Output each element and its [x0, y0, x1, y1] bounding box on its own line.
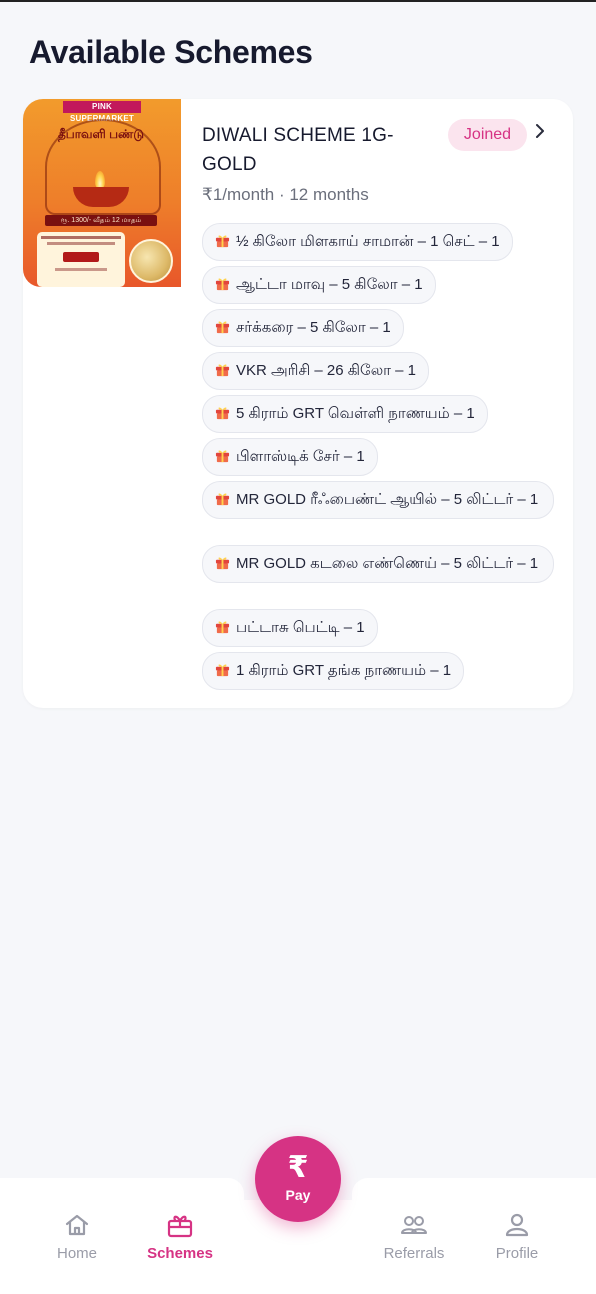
scheme-billing: ₹1/month · 12 months: [202, 185, 369, 204]
gift-icon: [215, 557, 230, 570]
gift-chip: MR GOLD கடலை எண்ணெய் – 5 லிட்டர் – 1: [202, 545, 554, 583]
gift-icon: [215, 664, 230, 677]
nav-schemes[interactable]: Schemes: [135, 1212, 225, 1262]
poster-headline: தீபாவளி பண்டு: [57, 127, 144, 141]
scheme-title: DIWALI SCHEME 1G-GOLD: [202, 125, 394, 175]
poster-price-line: ரூ. 1300/- வீதம் 12 மாதம்: [45, 215, 157, 226]
gold-coin-icon: [129, 239, 173, 283]
gift-icon: [215, 235, 230, 248]
nav-home[interactable]: Home: [32, 1212, 122, 1262]
status-badge: Joined: [448, 119, 527, 151]
gift-label: ஆட்டா மாவு – 5 கிலோ – 1: [236, 276, 423, 293]
rupee-icon: ₹: [287, 1151, 309, 1184]
home-icon: [65, 1214, 89, 1236]
gift-chip: ½ கிலோ மிளகாய் சாமான் – 1 செட் – 1: [202, 223, 513, 261]
nav-referrals[interactable]: Referrals: [369, 1212, 459, 1262]
nav-referrals-label: Referrals: [383, 1245, 445, 1262]
gift-label: ½ கிலோ மிளகாய் சாமான் – 1 செட் – 1: [236, 233, 500, 250]
user-icon: [505, 1213, 529, 1237]
scheme-card[interactable]: PINK SUPERMARKET தீபாவளி பண்டு ரூ. 1300/…: [23, 99, 573, 708]
gift-icon: [215, 364, 230, 377]
gift-chip: 1 கிராம் GRT தங்க நாணயம் – 1: [202, 652, 465, 690]
users-icon: [401, 1216, 427, 1234]
gift-icon: [215, 621, 230, 634]
gift-label: 5 கிராம் GRT வெள்ளி நாணயம் – 1: [236, 405, 475, 422]
nav-profile-label: Profile: [495, 1245, 539, 1262]
gift-label: MR GOLD கடலை எண்ணெய் – 5 லிட்டர் – 1: [236, 555, 539, 572]
gift-chip: MR GOLD ரீஃபைண்ட் ஆயில் – 5 லிட்டர் – 1: [202, 481, 554, 519]
gift-chip: பட்டாசு பெட்டி – 1: [202, 609, 378, 647]
gift-label: பிளாஸ்டிக் சேர் – 1: [236, 448, 365, 465]
nav-schemes-label: Schemes: [147, 1245, 213, 1262]
poster-info-panel: [37, 232, 125, 287]
pay-label: Pay: [285, 1187, 311, 1203]
gift-label: MR GOLD ரீஃபைண்ட் ஆயில் – 5 லிட்டர் – 1: [236, 491, 539, 508]
gift-label: சர்க்கரை – 5 கிலோ – 1: [236, 319, 391, 336]
gift-chip: 5 கிராம் GRT வெள்ளி நாணயம் – 1: [202, 395, 488, 433]
gift-chip: VKR அரிசி – 26 கிலோ – 1: [202, 352, 429, 390]
gift-icon: [215, 321, 230, 334]
nav-profile[interactable]: Profile: [472, 1212, 562, 1262]
gift-chip: சர்க்கரை – 5 கிலோ – 1: [202, 309, 404, 347]
gift-label: 1 கிராம் GRT தங்க நாணயம் – 1: [236, 662, 452, 679]
gift-icon: [215, 407, 230, 420]
poster-brand: PINK SUPERMARKET: [63, 101, 141, 123]
gift-chip: பிளாஸ்டிக் சேர் – 1: [202, 438, 378, 476]
gift-chip: ஆட்டா மாவு – 5 கிலோ – 1: [202, 266, 436, 304]
gift-label: பட்டாசு பெட்டி – 1: [236, 619, 365, 636]
gift-icon: [215, 493, 230, 506]
scheme-poster-image: PINK SUPERMARKET தீபாவளி பண்டு ரூ. 1300/…: [23, 99, 181, 287]
pay-button[interactable]: ₹ Pay: [255, 1136, 341, 1222]
gift-label: VKR அரிசி – 26 கிலோ – 1: [236, 362, 416, 379]
gift-icon: [215, 278, 230, 291]
gift-box-icon: [167, 1215, 193, 1238]
gift-icon: [215, 450, 230, 463]
chevron-right-icon[interactable]: [532, 123, 548, 139]
page-title: Available Schemes: [29, 34, 313, 70]
nav-home-label: Home: [56, 1245, 97, 1262]
